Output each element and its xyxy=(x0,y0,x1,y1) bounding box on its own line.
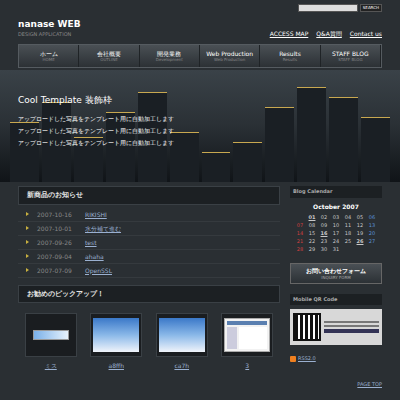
hero-line: アップロードした写真をテンプレート用に自動加工します xyxy=(18,125,400,137)
calendar-day: 15 xyxy=(306,229,318,237)
news-header: 新商品のお知らせ xyxy=(18,186,280,205)
calendar-day: 18 xyxy=(342,229,354,237)
calendar-day: 11 xyxy=(342,221,354,229)
calendar-day: 14 xyxy=(294,229,306,237)
calendar-day: 23 xyxy=(318,237,330,245)
qr-header: Mobile QR Code xyxy=(290,294,382,306)
pickup-item[interactable]: 3 xyxy=(219,313,275,370)
calendar-day: 29 xyxy=(306,245,318,253)
calendar-day: 10 xyxy=(330,221,342,229)
search-input[interactable] xyxy=(298,4,358,12)
calendar-day: 07 xyxy=(294,221,306,229)
calendar-day: 13 xyxy=(366,221,378,229)
calendar-day: 28 xyxy=(294,245,306,253)
arrow-icon xyxy=(26,254,29,258)
sidebar: Blog CalendarOctober 2007010203040506070… xyxy=(290,186,382,388)
top-link[interactable]: ACCESS MAP xyxy=(270,29,309,38)
news-row[interactable]: 2007-10-01水分補て進む xyxy=(18,222,280,236)
news-row[interactable]: 2007-07-09OpenSSL xyxy=(18,264,280,278)
calendar-day xyxy=(294,213,306,221)
news-row[interactable]: 2007-09-26test xyxy=(18,236,280,250)
rss-link[interactable]: RSS2.0 xyxy=(290,355,382,363)
calendar-day: 03 xyxy=(330,213,342,221)
calendar-day xyxy=(342,245,354,253)
calendar-day[interactable]: 16 xyxy=(318,229,330,237)
calendar-day[interactable]: 01 xyxy=(306,213,318,221)
calendar-day: 09 xyxy=(318,221,330,229)
nav-item[interactable]: ResultsResults xyxy=(260,45,320,67)
calendar-day: 19 xyxy=(354,229,366,237)
search-bar: SEARCH xyxy=(298,4,382,12)
calendar-day xyxy=(366,245,378,253)
qr-code xyxy=(290,309,382,345)
inquiry-button[interactable]: お問い合わせフォームINQUIRY FORM xyxy=(290,263,382,284)
content: 新商品のお知らせ2007-10-16RIKISHI2007-10-01水分補て進… xyxy=(0,182,400,388)
pickup-thumbnail[interactable] xyxy=(156,313,208,357)
rss-icon xyxy=(290,356,296,362)
hero-line: アップロードした写真をテンプレート用に自動加工します xyxy=(18,137,400,149)
nav-item[interactable]: 開発業務Development xyxy=(140,45,200,67)
hero: Cool Template 装飾枠アップロードした写真をテンプレート用に自動加工… xyxy=(0,70,400,182)
calendar-day: 30 xyxy=(318,245,330,253)
nav-item[interactable]: STAFF BLOGSTAFF BLOG xyxy=(321,45,381,67)
arrow-icon xyxy=(26,240,29,244)
page-top-link[interactable]: PAGE TOP xyxy=(357,381,382,389)
calendar-header: Blog Calendar xyxy=(290,186,382,198)
calendar-day: 02 xyxy=(318,213,330,221)
calendar-day: 31 xyxy=(330,245,342,253)
nav-item[interactable]: 会社概要OUTLINE xyxy=(79,45,139,67)
nav-bar: ホームHOME会社概要OUTLINE開発業務DevelopmentWeb Pro… xyxy=(18,44,382,68)
page: nanase WEB DESIGN APPLICATION SEARCH ACCESS… xyxy=(0,0,400,400)
top-link[interactable]: Q&A質問 xyxy=(316,29,342,38)
news-row[interactable]: 2007-09-04ahaha xyxy=(18,250,280,264)
calendar-day: 05 xyxy=(354,213,366,221)
main-column: 新商品のお知らせ2007-10-16RIKISHI2007-10-01水分補て進… xyxy=(18,186,280,388)
calendar-day: 04 xyxy=(342,213,354,221)
search-button[interactable]: SEARCH xyxy=(360,4,382,12)
pickup-thumbnail[interactable] xyxy=(221,313,273,357)
pickup-item[interactable]: a8ffh xyxy=(88,313,144,370)
arrow-icon xyxy=(26,212,29,216)
arrow-icon xyxy=(26,226,29,230)
calendar: October 20070102030405060708091011121314… xyxy=(290,202,382,253)
calendar-day: 24 xyxy=(330,237,342,245)
pickup-thumbnail[interactable] xyxy=(25,313,77,357)
calendar-day xyxy=(354,245,366,253)
hero-title: Cool Template 装飾枠 xyxy=(18,94,400,108)
calendar-day: 20 xyxy=(366,229,378,237)
calendar-day: 27 xyxy=(366,237,378,245)
news-list: 2007-10-16RIKISHI2007-10-01水分補て進む2007-09… xyxy=(18,205,280,281)
nav-item[interactable]: Web ProductionWeb Production xyxy=(200,45,260,67)
calendar-day: 17 xyxy=(330,229,342,237)
header: nanase WEB DESIGN APPLICATION SEARCH ACCESS… xyxy=(0,0,400,44)
pickup-item[interactable]: ミス xyxy=(23,313,79,370)
calendar-day[interactable]: 26 xyxy=(354,237,366,245)
hero-photo xyxy=(0,70,400,182)
calendar-day: 21 xyxy=(294,237,306,245)
news-row[interactable]: 2007-10-16RIKISHI xyxy=(18,208,280,222)
calendar-day: 06 xyxy=(366,213,378,221)
calendar-day: 22 xyxy=(306,237,318,245)
site-subtitle: DESIGN APPLICATION xyxy=(18,31,81,39)
arrow-icon xyxy=(26,268,29,272)
pickup-item[interactable]: ca7h xyxy=(154,313,210,370)
pickup-list: ミスa8ffhca7h3 xyxy=(18,303,280,370)
nav-item[interactable]: ホームHOME xyxy=(19,45,79,67)
calendar-day: 08 xyxy=(306,221,318,229)
pickup-header: お勧めのピックアップ！ xyxy=(18,285,280,304)
calendar-day: 12 xyxy=(354,221,366,229)
calendar-day: 25 xyxy=(342,237,354,245)
top-link[interactable]: Contact us xyxy=(350,29,382,38)
site-title[interactable]: nanase WEB xyxy=(18,20,81,29)
hero-line: アップロードした写真をテンプレート用に自動加工します xyxy=(18,113,400,125)
pickup-thumbnail[interactable] xyxy=(90,313,142,357)
top-links: ACCESS MAP Q&A質問 Contact us xyxy=(270,29,382,38)
